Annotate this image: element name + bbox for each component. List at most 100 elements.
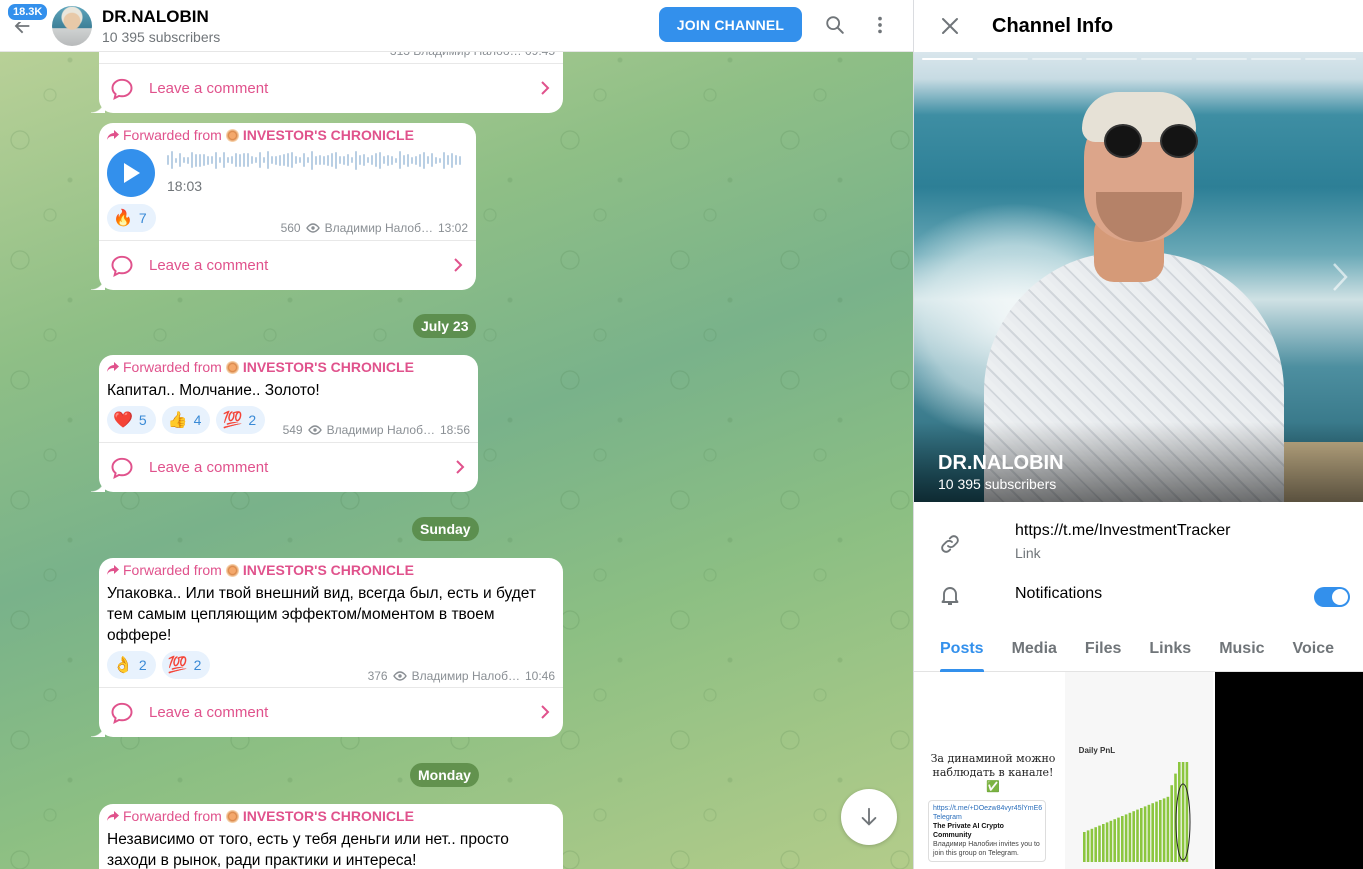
media-thumbnail[interactable] — [1215, 672, 1363, 869]
thumbnail-chart-bar — [1128, 812, 1131, 862]
reaction-chip[interactable]: 💯 2 — [216, 406, 266, 434]
back-button[interactable]: 18.3K — [0, 0, 50, 52]
tab-files[interactable]: Files — [1071, 628, 1135, 671]
chat-title-block[interactable]: DR.NALOBIN 10 395 subscribers — [102, 7, 220, 45]
waveform-bar — [399, 151, 401, 169]
forwarded-prefix: Forwarded from — [123, 562, 222, 578]
tab-media[interactable]: Media — [998, 628, 1071, 671]
waveform-bar — [343, 155, 345, 165]
waveform-bar — [411, 156, 413, 164]
eye-icon — [305, 223, 320, 233]
waveform-bar — [443, 151, 445, 169]
thumbnail-chart-bar — [1097, 825, 1101, 862]
message-meta: 549 Владимир Налоб… 18:56 — [283, 423, 470, 437]
reaction-chip[interactable]: 👌 2 — [107, 651, 156, 679]
thumbnail-chart-bar — [1113, 819, 1116, 862]
message-voice: Forwarded from INVESTOR'S CHRONICLE 18:0… — [91, 123, 476, 290]
waveform-bar — [203, 154, 205, 166]
leave-comment-row[interactable]: Leave a comment — [99, 63, 563, 113]
waveform-bar — [187, 156, 189, 164]
reaction-chip[interactable]: 💯 2 — [161, 651, 211, 679]
waveform-bar — [211, 156, 213, 164]
chevron-right-icon — [541, 705, 550, 719]
thumbnail-chart-bar — [1139, 808, 1143, 862]
reaction-chip[interactable]: 🔥 7 — [107, 204, 156, 232]
more-vertical-icon[interactable] — [868, 13, 892, 37]
eye-icon — [392, 671, 407, 681]
join-channel-button[interactable]: JOIN CHANNEL — [659, 7, 802, 42]
waveform-bar — [299, 157, 301, 163]
reactions: 👌 2 💯 2 — [107, 651, 211, 679]
reaction-count: 2 — [248, 412, 257, 428]
waveform-bar — [375, 153, 377, 167]
waveform-bar — [427, 156, 429, 164]
message-meta: 376 Владимир Налоб… 10:46 — [368, 669, 555, 683]
tab-music[interactable]: Music — [1205, 628, 1278, 671]
waveform-bar — [167, 155, 169, 165]
tab-links[interactable]: Links — [1135, 628, 1205, 671]
waveform-bar — [439, 157, 441, 163]
forwarded-from[interactable]: Forwarded from INVESTOR'S CHRONICLE — [107, 808, 414, 824]
channel-photo[interactable]: DR.NALOBIN 10 395 subscribers — [914, 52, 1363, 502]
chevron-right-icon[interactable] — [1330, 262, 1350, 292]
forward-arrow-icon — [107, 565, 119, 575]
search-icon[interactable] — [823, 13, 847, 37]
forward-arrow-icon — [107, 362, 119, 372]
message-text: Forwarded from INVESTOR'S CHRONICLE Неза… — [99, 804, 563, 869]
waveform-bar — [295, 156, 297, 164]
views-count: 560 — [280, 221, 301, 235]
waveform-bar — [251, 156, 253, 164]
channel-logo-icon — [225, 360, 239, 374]
waveform-bar — [307, 157, 309, 163]
chat-header: 18.3K DR.NALOBIN 10 395 subscribers JOIN… — [0, 0, 913, 52]
chat-subtitle: 10 395 subscribers — [102, 28, 221, 45]
comment-icon — [111, 457, 133, 479]
reaction-count: 2 — [138, 657, 147, 673]
channel-avatar[interactable] — [52, 5, 92, 46]
message-time: 10:46 — [524, 669, 555, 683]
waveform-bar — [191, 152, 193, 168]
message-author: Владимир Налоб… — [326, 423, 435, 437]
reaction-chip[interactable]: ❤️ 5 — [107, 406, 156, 434]
forwarded-from[interactable]: Forwarded from INVESTOR'S CHRONICLE — [107, 127, 414, 143]
leave-comment-row[interactable]: Leave a comment — [99, 687, 563, 737]
forwarded-from[interactable]: Forwarded from INVESTOR'S CHRONICLE — [107, 562, 414, 578]
media-thumbnail[interactable]: За динаминой можно наблюдать в канале!✅ … — [914, 672, 1063, 869]
leave-comment-row[interactable]: Leave a comment — [99, 240, 476, 290]
tab-posts[interactable]: Posts — [926, 628, 998, 672]
leave-comment-row[interactable]: Leave a comment — [99, 442, 478, 492]
waveform-bar — [403, 155, 405, 165]
reaction-chip[interactable]: 👍 4 — [161, 406, 211, 434]
message-time: 13:02 — [437, 221, 468, 235]
media-thumbnail[interactable]: Daily PnL — [1064, 672, 1214, 869]
waveform-bar — [215, 151, 217, 169]
forwarded-from[interactable]: Forwarded from INVESTOR'S CHRONICLE — [107, 359, 414, 375]
notifications-toggle[interactable] — [1314, 587, 1350, 607]
notifications-row[interactable]: Notifications — [914, 585, 1363, 607]
waveform-bar — [347, 154, 349, 166]
chevron-right-icon — [456, 460, 465, 474]
forwarded-channel-name: INVESTOR'S CHRONICLE — [242, 127, 414, 143]
waveform-bar — [223, 152, 225, 168]
tab-voice[interactable]: Voice — [1279, 628, 1349, 671]
link-row[interactable]: https://t.me/InvestmentTracker Link — [914, 522, 1363, 561]
photo-subscribers: 10 395 subscribers — [938, 476, 1057, 492]
leave-comment-label: Leave a comment — [149, 80, 269, 97]
message-author: Владимир Налоб… — [324, 221, 433, 235]
waveform-bar — [311, 150, 313, 170]
message-body: Независимо от того, есть у тебя деньги и… — [107, 831, 509, 869]
waveform-bar — [171, 151, 173, 169]
scroll-to-bottom-button[interactable] — [841, 789, 897, 845]
waveform-bar — [243, 153, 245, 167]
voice-play-button[interactable] — [107, 149, 155, 197]
voice-waveform[interactable] — [167, 149, 465, 171]
thumbnail-chart-bar — [1086, 830, 1090, 862]
waveform-bar — [447, 155, 449, 165]
forward-arrow-icon — [107, 811, 119, 821]
hundred-emoji: 💯 — [167, 657, 188, 674]
thumbnail-chart-bar — [1132, 811, 1135, 862]
waveform-bar — [303, 153, 305, 167]
thumbnail-caption: За динаминой можно наблюдать в канале!✅ — [930, 752, 1056, 793]
close-icon[interactable] — [938, 14, 962, 38]
reactions: 🔥 7 — [107, 204, 156, 232]
